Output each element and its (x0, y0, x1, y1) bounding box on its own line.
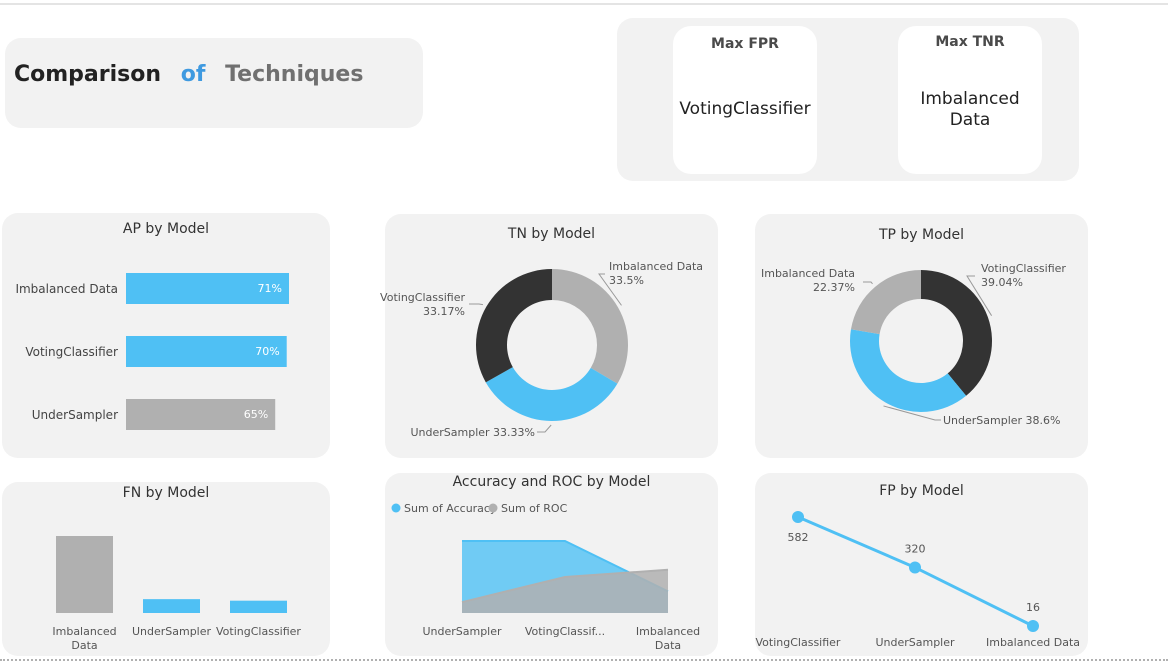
tn-label-votingclassifier: VotingClassifier (380, 291, 465, 304)
fp-category-label-undersampler: UnderSampler (875, 636, 955, 649)
fp-chart: 582 VotingClassifier 320 UnderSampler 16 Imba… (756, 511, 1080, 649)
acc-legend-label-sum-of-roc: Sum of ROC (501, 502, 568, 515)
acc-legend-marker-sum-of-accuracy (391, 503, 401, 513)
fn-category-label-undersampler: UnderSampler (132, 625, 212, 638)
tp-panel: TP by Model VotingClassifier 39.04% UnderS… (755, 214, 1088, 458)
tn-leader-votingclassifier (469, 303, 484, 306)
ap-value-label-votingclassifier: 70% (255, 345, 279, 358)
fp-value-label-imbalanced-data: 16 (1026, 601, 1040, 614)
tn-leader-undersampler (537, 424, 552, 433)
fp-panel: FP by Model 582 VotingClassifier 320 UnderS… (755, 473, 1088, 656)
title-word-techniques: Techniques (225, 62, 364, 87)
max-tnr-card: Max TNR Imbalanced Data (898, 26, 1042, 174)
title-word-comparison: Comparison (14, 62, 162, 87)
acc-category-label-votingclassif: VotingClassif... (525, 625, 605, 638)
tp-slice-undersampler (850, 329, 967, 412)
max-tnr-label: Max TNR (935, 34, 1005, 50)
tp-chart: VotingClassifier39.04% UnderSampler 38.6%… (761, 262, 1066, 427)
acc-panel: Accuracy and ROC by Model Sum of Accurac… (385, 473, 718, 656)
ap-value-label-undersampler: 65% (244, 408, 268, 421)
bottom-divider (0, 659, 1168, 661)
fp-point-undersampler (909, 561, 921, 574)
fp-category-label-imbalanced-data: Imbalanced Data (986, 636, 1080, 649)
fp-value-label-votingclassifier: 582 (788, 531, 809, 544)
ap-panel: AP by Model Imbalanced Data 71% VotingClas… (2, 213, 330, 458)
acc-chart: Sum of Accuracy Sum of ROC UnderSampler Vot… (391, 502, 700, 652)
page-title: Comparison of Techniques (14, 62, 363, 87)
tp-label-imbalanced-data: Imbalanced Data (761, 267, 855, 280)
ap-category-label-undersampler: UnderSampler (32, 408, 118, 422)
tp-label-undersampler: UnderSampler 38.6% (943, 414, 1061, 427)
max-tnr-value: Imbalanced Data (920, 89, 1020, 130)
tn-slice-undersampler (485, 367, 618, 421)
fp-value-label-undersampler: 320 (905, 542, 926, 555)
ap-value-label-imbalanced-data: 71% (258, 282, 282, 295)
fn-panel: FN by Model Imbalanced Data UnderSampler Vo… (2, 482, 330, 656)
max-fpr-label: Max FPR (711, 36, 779, 52)
acc-category-label-imbalanced-data: Imbalanced (636, 625, 700, 638)
tp-label-votingclassifier: VotingClassifier (981, 262, 1066, 275)
ap-chart: Imbalanced Data 71% VotingClassifier 70% Und… (15, 273, 289, 430)
max-fpr-value: VotingClassifier (679, 99, 811, 119)
tn-panel: TN by Model Imbalanced Data 33.5% UnderSam… (380, 214, 718, 458)
fn-bar-undersampler (143, 599, 200, 613)
fn-category-label-imbalanced-data: Imbalanced (52, 625, 116, 638)
tn-label-imbalanced-data-value: 33.5% (609, 274, 644, 287)
tp-label-votingclassifier-value: 39.04% (981, 276, 1023, 289)
fp-point-votingclassifier (792, 511, 804, 523)
acc-legend-label-sum-of-accuracy: Sum of Accuracy (404, 502, 497, 515)
fn-bar-imbalanced-data (56, 536, 113, 613)
tn-label-undersampler: UnderSampler 33.33% (410, 426, 535, 439)
tn-chart: Imbalanced Data33.5% UnderSampler 33.33% V… (380, 260, 703, 439)
acc-category-label-undersampler: UnderSampler (422, 625, 502, 638)
ap-category-label-imbalanced-data: Imbalanced Data (15, 282, 118, 296)
tp-slice-imbalanced-data (850, 270, 921, 335)
fp-category-label-votingclassifier: VotingClassifier (756, 636, 841, 649)
fn-chart: ImbalancedData UnderSampler VotingClassifi… (52, 536, 301, 652)
fp-point-imbalanced-data (1027, 620, 1039, 632)
fn-category-label-imbalanced-data-2: Data (71, 639, 97, 652)
acc-legend-marker-sum-of-roc (488, 503, 498, 513)
tn-slice-votingclassifier (476, 268, 552, 383)
fn-category-label-votingclassifier: VotingClassifier (216, 625, 301, 638)
tn-label-imbalanced-data: Imbalanced Data (609, 260, 703, 273)
acc-category-label-imbalanced-data-2: Data (655, 639, 681, 652)
tp-leader-imbalanced-data (863, 281, 873, 285)
title-word-of: of (180, 62, 206, 87)
tp-label-imbalanced-data-value: 22.37% (813, 281, 855, 294)
tn-label-votingclassifier-value: 33.17% (423, 305, 465, 318)
max-fpr-card: Max FPR VotingClassifier (673, 26, 817, 174)
top-divider (0, 3, 1168, 5)
fn-bar-votingclassifier (230, 600, 287, 613)
ap-category-label-votingclassifier: VotingClassifier (25, 345, 118, 359)
